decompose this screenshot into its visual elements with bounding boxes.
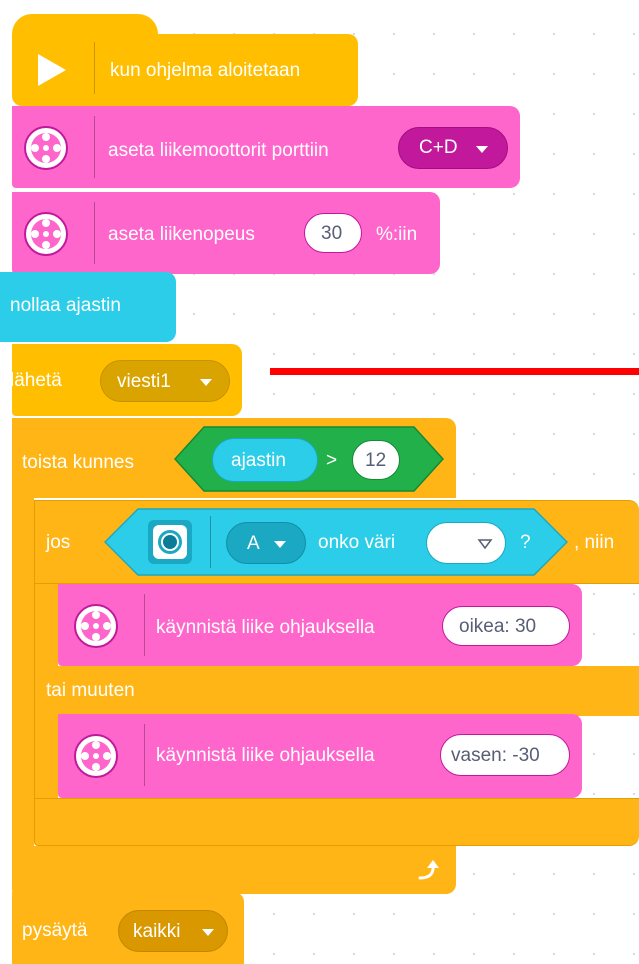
start-move-right-label: käynnistä liike ohjauksella (156, 617, 375, 638)
loop-arrow-icon (418, 860, 439, 880)
steering-left-input[interactable]: vasen: -30 (440, 734, 570, 776)
start-move-left-label: käynnistä liike ohjauksella (156, 745, 375, 766)
annotation-line (270, 368, 639, 375)
motor-icon (74, 604, 118, 648)
speed-input[interactable]: 30 (304, 213, 362, 253)
else-label: tai muuten (46, 680, 135, 701)
then-label: , niin (574, 532, 615, 553)
motor-separator (144, 594, 145, 656)
steering-right-value: oikea: 30 (459, 616, 537, 637)
hat-separator (94, 42, 95, 94)
timer-reporter-label: ajastin (231, 450, 286, 471)
speed-value: 30 (321, 223, 343, 244)
motor-separator (94, 116, 95, 178)
motor-separator (144, 724, 145, 786)
dropdown-arrow-icon (477, 539, 493, 550)
reset-timer-label: nollaa ajastin (10, 295, 121, 316)
broadcast-message-dropdown[interactable]: viesti1 (100, 360, 230, 402)
broadcast-label: lähetä (10, 370, 62, 391)
stop-label: pysäytä (22, 920, 88, 941)
timer-limit-input[interactable]: 12 (352, 440, 400, 480)
dropdown-arrow-icon (274, 541, 286, 548)
sensor-separator (210, 516, 211, 568)
motor-ports-value: C+D (419, 137, 458, 158)
question-mark: ? (520, 532, 531, 553)
timer-limit-value: 12 (365, 450, 387, 471)
operator-greater-than: > (326, 450, 338, 471)
stop-target-dropdown[interactable]: kaikki (118, 910, 228, 952)
if-else-bottom-arm (34, 798, 639, 846)
dropdown-arrow-icon (200, 379, 212, 386)
speed-suffix: %:iin (376, 224, 418, 245)
dropdown-arrow-icon (202, 929, 214, 936)
is-color-label: onko väri (318, 532, 396, 553)
motor-icon (24, 126, 68, 170)
broadcast-message-value: viesti1 (117, 371, 171, 392)
dropdown-arrow-icon (476, 146, 488, 153)
play-icon (38, 54, 66, 86)
steering-left-value: vasen: -30 (451, 745, 540, 766)
motor-separator (94, 202, 95, 264)
stop-target-value: kaikki (133, 921, 181, 942)
sensor-port-dropdown[interactable]: A (226, 522, 306, 564)
color-sensor-icon-box (148, 520, 192, 564)
motor-icon (74, 734, 118, 778)
repeat-until-left-arm (12, 498, 34, 848)
sensor-port-value: A (247, 533, 260, 554)
repeat-until-bottom-arm (12, 846, 456, 894)
motor-ports-dropdown[interactable]: C+D (398, 127, 508, 169)
repeat-until-label: toista kunnes (22, 452, 134, 473)
set-speed-label: aseta liikenopeus (108, 224, 255, 245)
motor-icon (24, 212, 68, 256)
color-value-dropdown[interactable] (426, 522, 506, 564)
steering-right-input[interactable]: oikea: 30 (442, 606, 570, 646)
when-program-starts-label: kun ohjelma aloitetaan (110, 60, 301, 81)
color-sensor-icon (153, 525, 187, 559)
set-motor-ports-label: aseta liikemoottorit porttiin (108, 140, 329, 161)
timer-reporter[interactable]: ajastin (212, 438, 318, 482)
if-label: jos (46, 532, 71, 553)
